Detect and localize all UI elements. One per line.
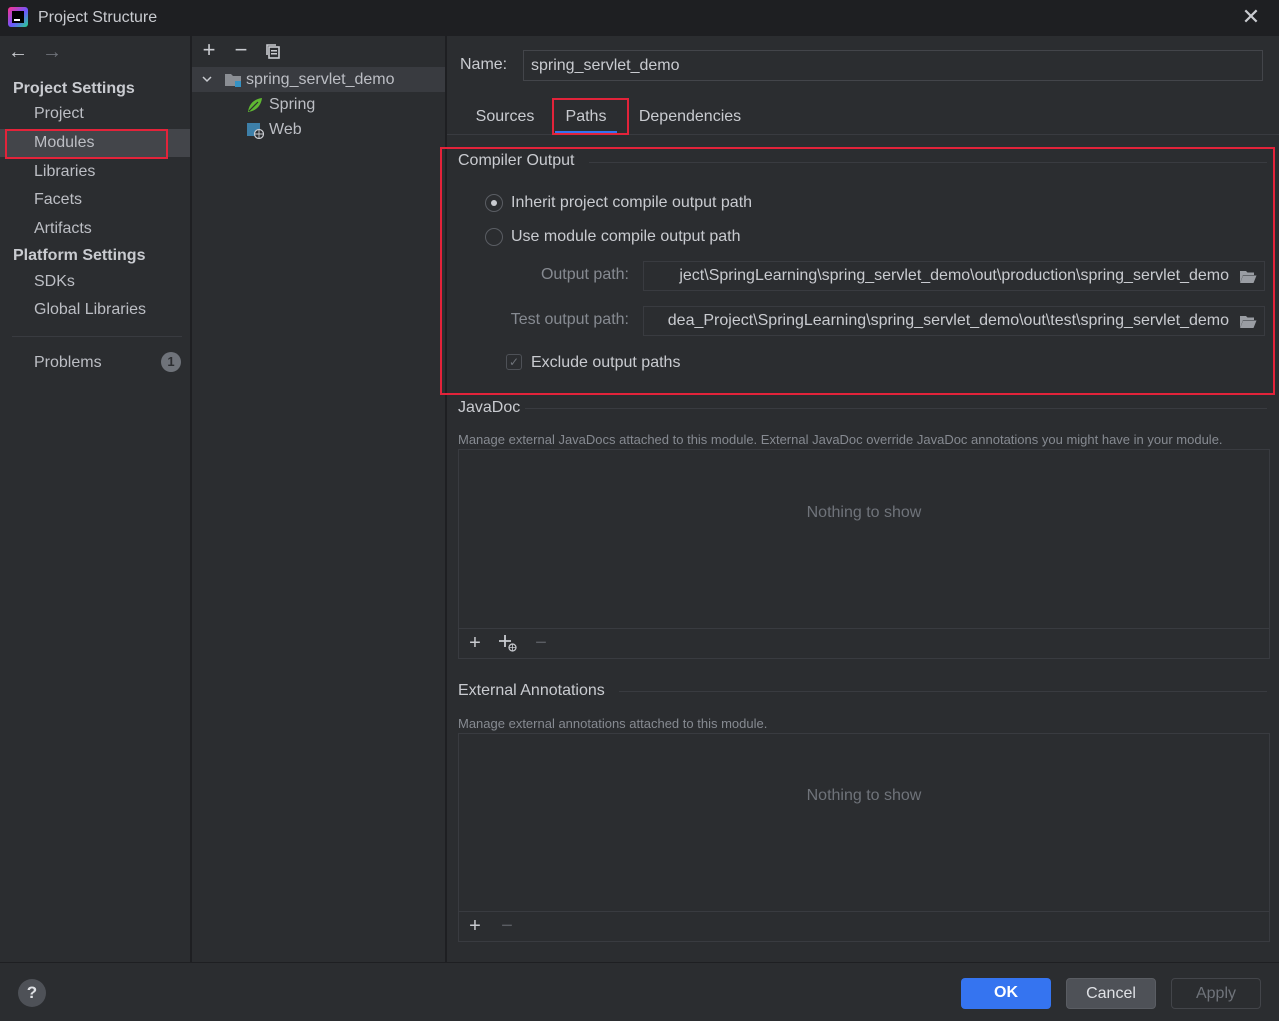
forward-arrow-icon[interactable]: → (40, 42, 64, 64)
close-icon[interactable]: ✕ (1240, 6, 1262, 28)
external-annotations-description: Manage external annotations attached to … (458, 716, 768, 731)
sidebar-item-global-libraries[interactable]: Global Libraries (0, 296, 190, 324)
output-path-value: ject\SpringLearning\spring_servlet_demo\… (679, 267, 1229, 284)
settings-sidebar: ← → Project Settings Project Modules Lib… (0, 36, 191, 962)
tree-node-spring[interactable]: Spring (192, 92, 445, 117)
sidebar-item-sdks[interactable]: SDKs (0, 268, 190, 296)
inherit-output-label: Inherit project compile output path (511, 194, 753, 211)
web-facet-icon (246, 121, 265, 147)
javadoc-title: JavaDoc (458, 399, 521, 416)
empty-list-text: Nothing to show (806, 504, 922, 521)
module-settings-panel: Name: Sources Paths Dependencies Compile… (447, 36, 1279, 962)
exclude-output-label: Exclude output paths (531, 354, 681, 371)
javadoc-list[interactable]: Nothing to show + − (458, 449, 1270, 659)
module-tree-panel: + − spring_servlet_demo Spring Web (192, 36, 446, 962)
apply-button[interactable]: Apply (1171, 978, 1261, 1009)
tabs-divider (447, 134, 1279, 135)
problems-count-badge: 1 (161, 352, 181, 372)
cancel-button[interactable]: Cancel (1066, 978, 1156, 1009)
ok-button[interactable]: OK (961, 978, 1051, 1009)
platform-settings-header: Platform Settings (13, 247, 146, 264)
sidebar-item-libraries[interactable]: Libraries (0, 158, 190, 186)
group-divider (619, 691, 1267, 692)
javadoc-description: Manage external JavaDocs attached to thi… (458, 432, 1223, 447)
javadoc-list-toolbar: + − (459, 628, 1269, 658)
external-annotations-title: External Annotations (458, 682, 605, 699)
annotations-list-toolbar: + − (459, 911, 1269, 941)
output-path-field[interactable]: ject\SpringLearning\spring_servlet_demo\… (643, 261, 1265, 291)
window-title: Project Structure (38, 9, 158, 26)
exclude-output-checkbox[interactable]: ✓ (506, 354, 522, 370)
test-output-path-label: Test output path: (510, 311, 629, 328)
copy-icon[interactable] (262, 40, 284, 62)
sidebar-item-facets[interactable]: Facets (0, 186, 190, 214)
help-icon[interactable]: ? (18, 979, 46, 1007)
sidebar-divider (12, 336, 182, 337)
tree-node-label: Spring (269, 96, 316, 113)
add-icon[interactable]: + (465, 632, 485, 654)
test-output-path-field[interactable]: dea_Project\SpringLearning\spring_servle… (643, 306, 1265, 336)
name-label: Name: (460, 56, 508, 73)
module-name-input[interactable] (523, 50, 1263, 81)
sidebar-item-project[interactable]: Project (0, 100, 190, 128)
folder-open-icon[interactable] (1239, 314, 1257, 329)
add-icon[interactable]: + (465, 915, 485, 937)
active-tab-indicator (555, 131, 617, 133)
tree-node-label: Web (269, 121, 302, 138)
external-annotations-list[interactable]: Nothing to show + − (458, 733, 1270, 942)
title-bar: Project Structure ✕ (0, 0, 1279, 36)
tree-node-web[interactable]: Web (192, 117, 445, 142)
sidebar-item-modules[interactable]: Modules (0, 129, 190, 157)
dialog-footer: ? OK Cancel Apply (0, 962, 1279, 1021)
compiler-output-title: Compiler Output (458, 152, 575, 169)
group-divider (525, 408, 1267, 409)
module-output-label: Use module compile output path (511, 228, 741, 245)
add-icon[interactable]: + (198, 39, 220, 62)
remove-icon[interactable]: − (497, 915, 517, 937)
empty-list-text: Nothing to show (806, 787, 922, 804)
tree-node-module[interactable]: spring_servlet_demo (192, 67, 445, 92)
add-url-icon[interactable] (497, 632, 517, 654)
tab-paths[interactable]: Paths (555, 100, 617, 134)
intellij-logo-icon (8, 7, 28, 27)
folder-open-icon[interactable] (1239, 269, 1257, 284)
back-arrow-icon[interactable]: ← (6, 42, 30, 64)
remove-icon[interactable]: − (531, 632, 551, 654)
project-settings-header: Project Settings (13, 80, 135, 97)
tab-sources[interactable]: Sources (467, 100, 543, 134)
tab-dependencies[interactable]: Dependencies (629, 100, 751, 134)
inherit-output-radio[interactable] (485, 194, 503, 212)
group-divider (589, 162, 1267, 163)
tree-node-label: spring_servlet_demo (246, 71, 395, 88)
sidebar-item-artifacts[interactable]: Artifacts (0, 215, 190, 243)
output-path-label: Output path: (540, 266, 629, 283)
test-output-path-value: dea_Project\SpringLearning\spring_servle… (667, 312, 1229, 329)
module-output-radio[interactable] (485, 228, 503, 246)
remove-icon[interactable]: − (230, 39, 252, 62)
